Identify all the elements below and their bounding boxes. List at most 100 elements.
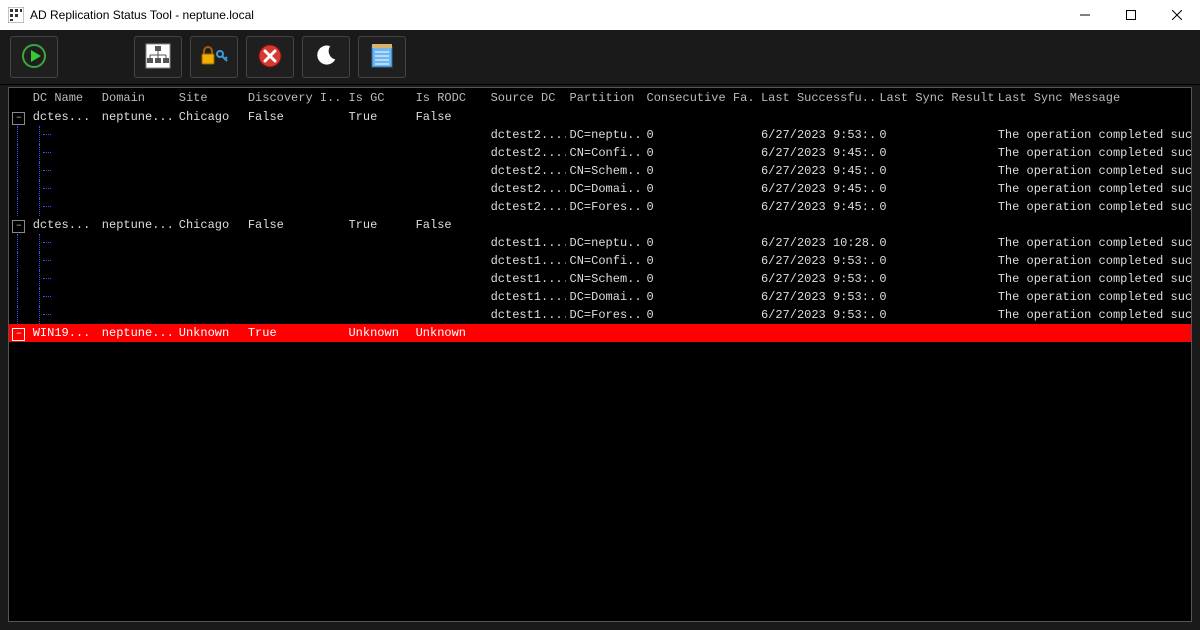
cell-isgc: True bbox=[344, 216, 411, 234]
cell-lastsucc: 6/27/2023 9:45:... bbox=[757, 180, 875, 198]
col-lastmsg[interactable]: Last Sync Message bbox=[994, 88, 1191, 108]
cell-isgc: True bbox=[344, 108, 411, 126]
cell-lastmsg: The operation completed succ... bbox=[994, 144, 1191, 162]
col-consec[interactable]: Consecutive Fa... bbox=[643, 88, 757, 108]
forest-button[interactable] bbox=[134, 36, 182, 78]
window-title: AD Replication Status Tool - neptune.loc… bbox=[30, 8, 254, 22]
close-button[interactable] bbox=[1154, 0, 1200, 30]
cell-lastres: 0 bbox=[875, 234, 993, 252]
cell-lastres: 0 bbox=[875, 180, 993, 198]
notepad-button[interactable] bbox=[358, 36, 406, 78]
minus-icon: − bbox=[12, 328, 25, 341]
cell-lastres: 0 bbox=[875, 198, 993, 216]
cell-lastmsg: The operation completed succ... bbox=[994, 126, 1191, 144]
cell-consec: 0 bbox=[643, 252, 757, 270]
errors-button[interactable] bbox=[246, 36, 294, 78]
cell-partition: DC=Domai... bbox=[566, 288, 643, 306]
minus-icon: − bbox=[12, 220, 25, 233]
cell-dcname: WIN19... bbox=[29, 324, 98, 342]
cell-lastres: 0 bbox=[875, 144, 993, 162]
cell-lastmsg: The operation completed succ... bbox=[994, 270, 1191, 288]
cell-lastres: 0 bbox=[875, 162, 993, 180]
cell-consec: 0 bbox=[643, 234, 757, 252]
cell-consec: 0 bbox=[643, 198, 757, 216]
cell-sourcedc: dctest2.... bbox=[487, 126, 566, 144]
cell-partition: DC=Fores... bbox=[566, 306, 643, 324]
cell-lastsucc: 6/27/2023 9:53:... bbox=[757, 306, 875, 324]
cell-consec: 0 bbox=[643, 126, 757, 144]
maximize-button[interactable] bbox=[1108, 0, 1154, 30]
cell-lastres: 0 bbox=[875, 270, 993, 288]
replication-row[interactable]: dctest2....DC=Domai...06/27/2023 9:45:..… bbox=[9, 180, 1191, 198]
cell-discovery: True bbox=[244, 324, 345, 342]
cell-dcname: dctes... bbox=[29, 108, 98, 126]
replication-row[interactable]: dctest2....DC=Fores...06/27/2023 9:45:..… bbox=[9, 198, 1191, 216]
cell-domain: neptune.... bbox=[98, 216, 175, 234]
cell-sourcedc: dctest1.... bbox=[487, 234, 566, 252]
cell-lastsucc: 6/27/2023 9:53:... bbox=[757, 252, 875, 270]
minimize-button[interactable] bbox=[1062, 0, 1108, 30]
cell-lastmsg: The operation completed succ... bbox=[994, 180, 1191, 198]
expand-toggle[interactable]: − bbox=[9, 216, 29, 234]
cell-lastsucc: 6/27/2023 9:53:... bbox=[757, 126, 875, 144]
cell-domain: neptune.... bbox=[98, 324, 175, 342]
col-lastres[interactable]: Last Sync Result bbox=[875, 88, 993, 108]
cell-lastres: 0 bbox=[875, 288, 993, 306]
col-site[interactable]: Site bbox=[175, 88, 244, 108]
dc-group-row[interactable]: −dctes...neptune....ChicagoFalseTrueFals… bbox=[9, 108, 1191, 126]
replication-row[interactable]: dctest2....DC=neptu...06/27/2023 9:53:..… bbox=[9, 126, 1191, 144]
cell-consec: 0 bbox=[643, 180, 757, 198]
col-discovery[interactable]: Discovery I... bbox=[244, 88, 345, 108]
cell-lastres: 0 bbox=[875, 306, 993, 324]
col-lastsucc[interactable]: Last Successfu... bbox=[757, 88, 875, 108]
replication-row[interactable]: dctest1....DC=neptu...06/27/2023 10:28..… bbox=[9, 234, 1191, 252]
dc-group-row[interactable]: −WIN19...neptune....UnknownTrueUnknownUn… bbox=[9, 324, 1191, 342]
cell-sourcedc: dctest2.... bbox=[487, 144, 566, 162]
col-domain[interactable]: Domain bbox=[98, 88, 175, 108]
cell-consec: 0 bbox=[643, 306, 757, 324]
cell-site: Chicago bbox=[175, 108, 244, 126]
col-sourcedc[interactable]: Source DC bbox=[487, 88, 566, 108]
cell-dcname: dctes... bbox=[29, 216, 98, 234]
night-mode-button[interactable] bbox=[302, 36, 350, 78]
replication-grid[interactable]: DC NameDomainSiteDiscovery I...Is GCIs R… bbox=[8, 87, 1192, 622]
cell-domain: neptune.... bbox=[98, 108, 175, 126]
app-icon bbox=[8, 7, 24, 23]
cell-lastmsg: The operation completed succ... bbox=[994, 234, 1191, 252]
cell-consec: 0 bbox=[643, 144, 757, 162]
cell-lastsucc: 6/27/2023 10:28... bbox=[757, 234, 875, 252]
cell-sourcedc: dctest2.... bbox=[487, 198, 566, 216]
cell-discovery: False bbox=[244, 216, 345, 234]
toolbar bbox=[0, 30, 1200, 85]
cell-lastmsg: The operation completed succ... bbox=[994, 198, 1191, 216]
cell-partition: DC=neptu... bbox=[566, 126, 643, 144]
cell-partition: DC=neptu... bbox=[566, 234, 643, 252]
col-partition[interactable]: Partition bbox=[566, 88, 643, 108]
col-dcname[interactable]: DC Name bbox=[29, 88, 98, 108]
cell-sourcedc: dctest2.... bbox=[487, 180, 566, 198]
titlebar[interactable]: AD Replication Status Tool - neptune.loc… bbox=[0, 0, 1200, 30]
replication-row[interactable]: dctest2....CN=Confi...06/27/2023 9:45:..… bbox=[9, 144, 1191, 162]
replication-row[interactable]: dctest1....DC=Fores...06/27/2023 9:53:..… bbox=[9, 306, 1191, 324]
replication-row[interactable]: dctest1....CN=Confi...06/27/2023 9:53:..… bbox=[9, 252, 1191, 270]
cell-sourcedc: dctest1.... bbox=[487, 306, 566, 324]
replication-row[interactable]: dctest2....CN=Schem...06/27/2023 9:45:..… bbox=[9, 162, 1191, 180]
cell-lastmsg: The operation completed succ... bbox=[994, 162, 1191, 180]
expand-toggle[interactable]: − bbox=[9, 108, 29, 126]
expand-toggle[interactable]: − bbox=[9, 324, 29, 342]
replication-row[interactable]: dctest1....CN=Schem...06/27/2023 9:53:..… bbox=[9, 270, 1191, 288]
col-isrodc[interactable]: Is RODC bbox=[412, 88, 487, 108]
cell-lastres: 0 bbox=[875, 126, 993, 144]
run-button[interactable] bbox=[10, 36, 58, 78]
col-isgc[interactable]: Is GC bbox=[344, 88, 411, 108]
play-icon bbox=[21, 43, 47, 72]
window: AD Replication Status Tool - neptune.loc… bbox=[0, 0, 1200, 630]
cell-lastsucc: 6/27/2023 9:53:... bbox=[757, 270, 875, 288]
cell-consec: 0 bbox=[643, 162, 757, 180]
replication-row[interactable]: dctest1....DC=Domai...06/27/2023 9:53:..… bbox=[9, 288, 1191, 306]
cell-isrodc: Unknown bbox=[412, 324, 487, 342]
cell-lastmsg: The operation completed succ... bbox=[994, 252, 1191, 270]
column-headers[interactable]: DC NameDomainSiteDiscovery I...Is GCIs R… bbox=[9, 88, 1191, 108]
lock-button[interactable] bbox=[190, 36, 238, 78]
dc-group-row[interactable]: −dctes...neptune....ChicagoFalseTrueFals… bbox=[9, 216, 1191, 234]
